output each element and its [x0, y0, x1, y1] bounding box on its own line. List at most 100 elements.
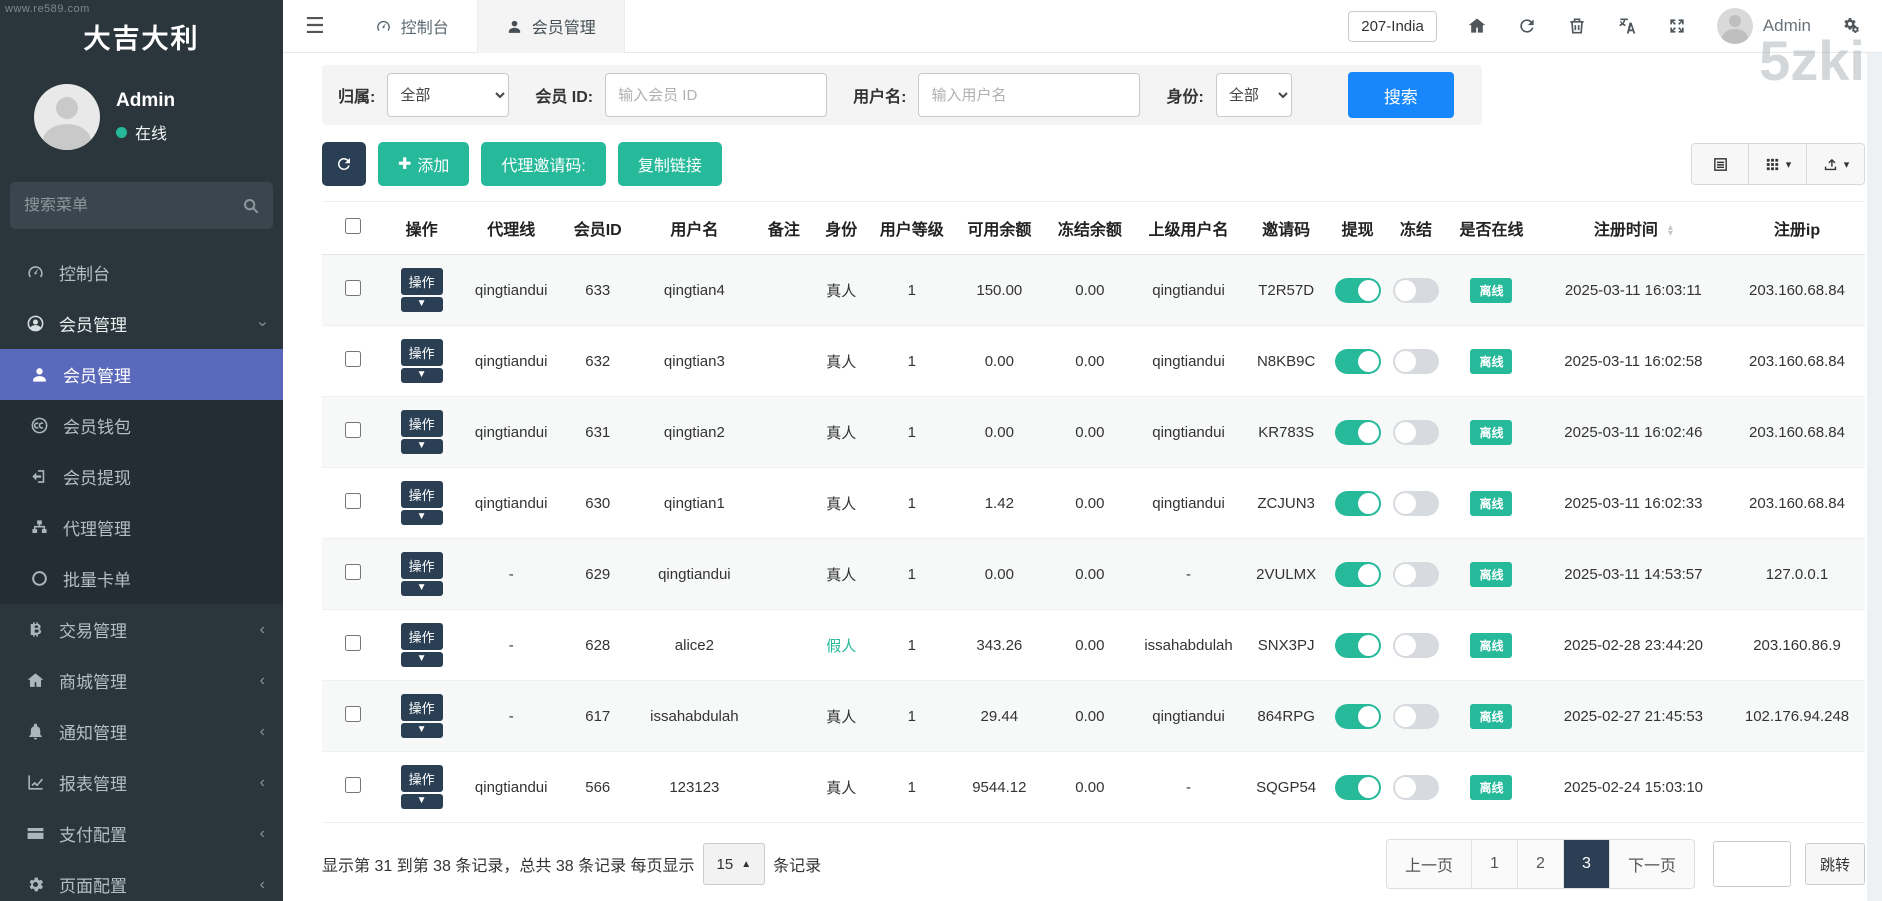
row-action-button[interactable]: 操作▼ [401, 552, 443, 596]
page-size-select[interactable]: 15▲ [703, 843, 766, 885]
owner-select[interactable]: 全部 [387, 73, 509, 117]
row-action-button[interactable]: 操作▼ [401, 410, 443, 454]
agent-invite-code-button[interactable]: 代理邀请码: [481, 142, 605, 186]
jump-page-input[interactable] [1713, 841, 1791, 887]
withdraw-toggle[interactable] [1335, 278, 1381, 303]
sidebar-item-payment-config[interactable]: 支付配置 ‹ [0, 808, 283, 859]
fullscreen-icon[interactable] [1667, 16, 1687, 36]
sidebar-item-notice[interactable]: 通知管理 ‹ [0, 706, 283, 757]
freeze-toggle[interactable] [1393, 349, 1439, 374]
region-selector[interactable]: 207-India [1348, 11, 1437, 42]
row-action-button[interactable]: 操作▼ [401, 694, 443, 738]
home-icon[interactable] [1467, 16, 1487, 36]
add-button[interactable]: ✚添加 [378, 142, 469, 186]
menu-search-input[interactable] [24, 197, 243, 215]
users-circle-icon [26, 314, 45, 333]
sortable-header[interactable]: 注册时间▴▾ [1538, 202, 1729, 255]
sidebar-item-trade[interactable]: 交易管理 ‹ [0, 604, 283, 655]
freeze-toggle[interactable] [1393, 562, 1439, 587]
row-checkbox[interactable] [345, 280, 361, 296]
cell-username: qingtian3 [632, 326, 757, 397]
withdraw-toggle[interactable] [1335, 704, 1381, 729]
sidebar-item-mall[interactable]: 商城管理 ‹ [0, 655, 283, 706]
cell-username: qingtian2 [632, 397, 757, 468]
tab-dashboard[interactable]: 控制台 [347, 0, 477, 53]
cell-register-time: 2025-02-28 23:44:20 [1538, 610, 1729, 681]
cell-frozen-balance: 0.00 [1047, 539, 1134, 610]
hamburger-icon[interactable]: ☰ [283, 13, 347, 39]
row-checkbox[interactable] [345, 564, 361, 580]
cell-balance: 0.00 [952, 326, 1047, 397]
menu-search[interactable] [10, 182, 273, 229]
cell-identity: 真人 [826, 425, 856, 442]
export-icon [1822, 156, 1839, 173]
sidebar-item-report[interactable]: 报表管理 ‹ [0, 757, 283, 808]
chevron-left-icon: ‹ [260, 621, 265, 639]
chevron-left-icon: ‹ [260, 723, 265, 741]
cell-member-id: 566 [564, 752, 632, 823]
freeze-toggle[interactable] [1393, 704, 1439, 729]
row-action-button[interactable]: 操作▼ [401, 339, 443, 383]
withdraw-toggle[interactable] [1335, 420, 1381, 445]
row-action-button[interactable]: 操作▼ [401, 765, 443, 809]
withdraw-toggle[interactable] [1335, 775, 1381, 800]
prev-page-button[interactable]: 上一页 [1387, 840, 1472, 888]
withdraw-toggle[interactable] [1335, 349, 1381, 374]
sidebar-item-dashboard[interactable]: 控制台 [0, 247, 283, 298]
withdraw-toggle[interactable] [1335, 491, 1381, 516]
cell-invite-code: SQGP54 [1244, 752, 1329, 823]
freeze-toggle[interactable] [1393, 491, 1439, 516]
refresh-icon[interactable] [1517, 16, 1537, 36]
freeze-toggle[interactable] [1393, 633, 1439, 658]
sidebar-item-page-config[interactable]: 页面配置 ‹ [0, 859, 283, 901]
username-input[interactable] [918, 73, 1140, 117]
row-checkbox[interactable] [345, 351, 361, 367]
page-button-1[interactable]: 1 [1472, 840, 1518, 888]
export-button[interactable]: ▾ [1807, 143, 1865, 185]
row-action-button[interactable]: 操作▼ [401, 623, 443, 667]
row-checkbox[interactable] [345, 493, 361, 509]
row-action-button[interactable]: 操作▼ [401, 481, 443, 525]
detail-view-button[interactable] [1691, 143, 1749, 185]
user-icon [30, 365, 49, 384]
navbar-user[interactable]: Admin [1717, 8, 1811, 44]
cell-register-time: 2025-02-24 15:03:10 [1538, 752, 1729, 823]
member-id-input[interactable] [605, 73, 827, 117]
cell-balance: 343.26 [952, 610, 1047, 681]
page-button-2[interactable]: 2 [1518, 840, 1564, 888]
cell-identity: 真人 [826, 354, 856, 371]
cell-register-time: 2025-03-11 16:03:11 [1538, 255, 1729, 326]
sidebar-item-member-manage[interactable]: 会员管理 [0, 349, 283, 400]
refresh-button[interactable] [322, 142, 366, 186]
withdraw-toggle[interactable] [1335, 633, 1381, 658]
tab-members[interactable]: 会员管理 [477, 0, 625, 53]
next-page-button[interactable]: 下一页 [1610, 840, 1694, 888]
select-all-checkbox[interactable] [345, 218, 361, 234]
row-checkbox[interactable] [345, 777, 361, 793]
freeze-toggle[interactable] [1393, 775, 1439, 800]
gears-icon[interactable] [1841, 16, 1861, 36]
row-checkbox[interactable] [345, 635, 361, 651]
sidebar-item-agent-manage[interactable]: 代理管理 [0, 502, 283, 553]
cell-register-ip: 127.0.0.1 [1729, 539, 1865, 610]
cell-level: 1 [872, 397, 953, 468]
identity-select[interactable]: 全部 [1216, 73, 1292, 117]
columns-button[interactable]: ▾ [1749, 143, 1807, 185]
withdraw-toggle[interactable] [1335, 562, 1381, 587]
jump-button[interactable]: 跳转 [1805, 843, 1865, 885]
sidebar-item-members-parent[interactable]: 会员管理 ‹ [0, 298, 283, 349]
freeze-toggle[interactable] [1393, 278, 1439, 303]
row-action-button[interactable]: 操作▼ [401, 268, 443, 312]
row-checkbox[interactable] [345, 422, 361, 438]
cell-parent-user: - [1133, 752, 1244, 823]
page-button-3-active[interactable]: 3 [1564, 840, 1610, 888]
search-button[interactable]: 搜索 [1348, 72, 1454, 118]
copy-link-button[interactable]: 复制链接 [618, 142, 722, 186]
sidebar-item-member-wallet[interactable]: 会员钱包 [0, 400, 283, 451]
sidebar-item-member-withdraw[interactable]: 会员提现 [0, 451, 283, 502]
translate-icon[interactable] [1617, 16, 1637, 36]
trash-icon[interactable] [1567, 16, 1587, 36]
sidebar-item-batch-order[interactable]: 批量卡单 [0, 553, 283, 604]
freeze-toggle[interactable] [1393, 420, 1439, 445]
row-checkbox[interactable] [345, 706, 361, 722]
